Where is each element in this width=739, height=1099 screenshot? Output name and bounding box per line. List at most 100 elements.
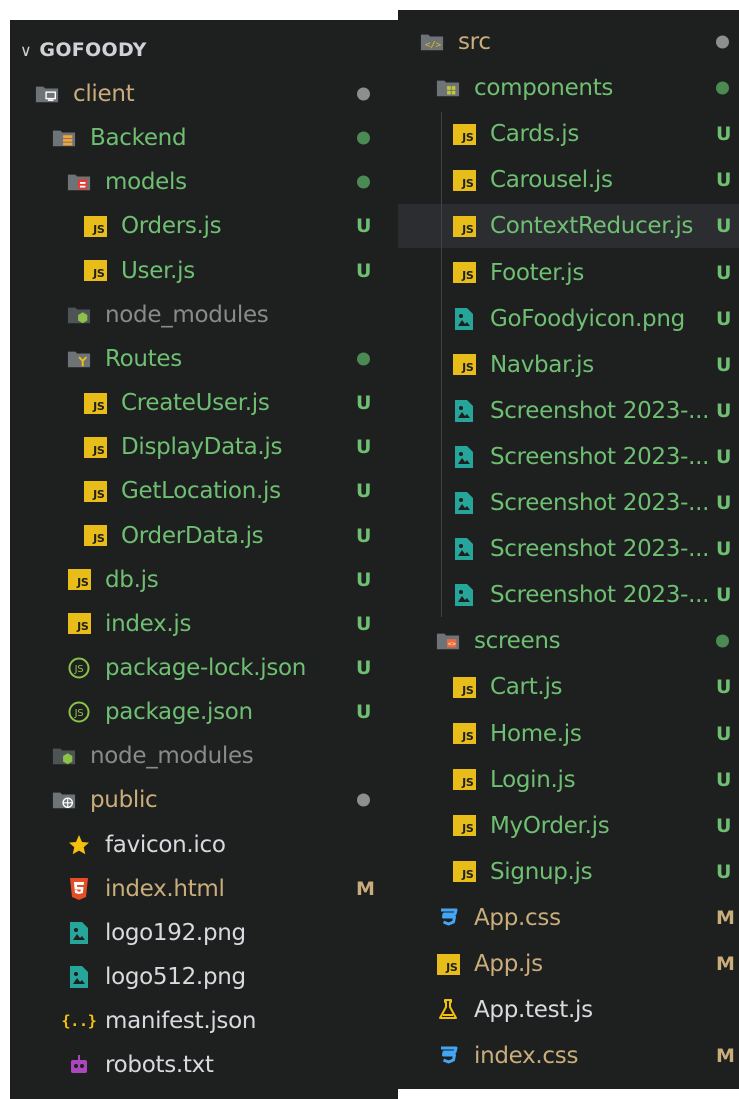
tree-item-label: Backend xyxy=(90,125,187,152)
js-icon: JS xyxy=(452,261,476,285)
tree-folder-row[interactable]: node_modules xyxy=(10,734,398,778)
git-status-badge: M xyxy=(716,1045,735,1068)
tree-file-row[interactable]: JS package-lock.json U xyxy=(10,646,398,690)
tree-file-row[interactable]: App.test.js xyxy=(398,988,739,1032)
tree-file-row[interactable]: JS Footer.js U xyxy=(398,251,739,295)
tree-file-row[interactable]: Screenshot 2023-... U xyxy=(398,527,739,571)
tree-file-row[interactable]: JS Carousel.js U xyxy=(398,158,739,202)
svg-text:</>: </> xyxy=(425,40,442,51)
image-icon xyxy=(67,921,91,945)
tree-file-row[interactable]: Screenshot 2023-... U xyxy=(398,389,739,433)
tree-item-label: App.css xyxy=(474,904,561,931)
git-status-badge: U xyxy=(356,701,372,724)
tree-file-row[interactable]: Screenshot 2023-... U xyxy=(398,435,739,479)
tree-item-label: package.json xyxy=(105,699,253,726)
git-status-badge: U xyxy=(716,584,732,607)
image-icon xyxy=(452,445,476,469)
tree-file-row[interactable]: robots.txt xyxy=(10,1043,398,1087)
tree-file-row[interactable]: Screenshot 2023-... U xyxy=(398,481,739,525)
tree-item-label: manifest.json xyxy=(105,1008,257,1035)
tree-file-row[interactable]: JS Login.js U xyxy=(398,758,739,802)
tree-item-label: ContextReducer.js xyxy=(490,213,694,240)
image-icon xyxy=(452,583,476,607)
image-icon xyxy=(452,399,476,423)
tree-folder-row[interactable]: models xyxy=(10,160,398,204)
js-icon: JS xyxy=(452,814,476,838)
tree-file-row[interactable]: JS User.js U xyxy=(10,249,398,293)
tree-file-row[interactable]: JS CreateUser.js U xyxy=(10,381,398,425)
js-icon: JS xyxy=(83,524,107,548)
tree-file-row[interactable]: JS Signup.js U xyxy=(398,850,739,894)
git-status-badge: U xyxy=(356,480,372,503)
tree-folder-row[interactable]: public xyxy=(10,778,398,822)
git-status-badge: U xyxy=(356,215,372,238)
tree-file-row[interactable]: JS db.js U xyxy=(10,558,398,602)
tree-item-label: index.html xyxy=(105,875,225,902)
js-icon: JS xyxy=(452,860,476,884)
tree-file-row[interactable]: App.css M xyxy=(398,896,739,940)
git-status-badge: U xyxy=(716,307,732,330)
css3-icon xyxy=(436,1044,460,1068)
tree-file-row[interactable]: JS OrderData.js U xyxy=(10,514,398,558)
tree-file-row[interactable]: logo192.png xyxy=(10,911,398,955)
explorer-root-header[interactable]: ∨ GOFOODY xyxy=(10,28,398,72)
tree-file-row[interactable]: JS index.js U xyxy=(10,602,398,646)
tree-file-row[interactable]: JS Cart.js U xyxy=(398,665,739,709)
tree-file-row[interactable]: logo512.png xyxy=(10,955,398,999)
js-icon: JS xyxy=(452,768,476,792)
tree-folder-row[interactable]: node_modules xyxy=(10,293,398,337)
tree-item-label: Cards.js xyxy=(490,121,580,148)
folder-public-icon xyxy=(52,788,76,812)
tree-item-label: Navbar.js xyxy=(490,351,594,378)
tree-file-row[interactable]: JS Navbar.js U xyxy=(398,343,739,387)
tree-file-row[interactable]: JS DisplayData.js U xyxy=(10,425,398,469)
tree-file-row[interactable]: GoFoodyicon.png U xyxy=(398,297,739,341)
tree-file-row[interactable]: index.html M xyxy=(10,867,398,911)
tree-item-label: src xyxy=(458,29,491,55)
tree-file-row[interactable]: {..} manifest.json xyxy=(10,999,398,1043)
tree-folder-row[interactable]: Routes xyxy=(10,337,398,381)
tree-file-row[interactable]: JS Cards.js U xyxy=(398,112,739,156)
tree-item-label: index.css xyxy=(474,1043,579,1070)
folder-components-icon xyxy=(436,76,460,100)
chevron-down-icon[interactable]: ∨ xyxy=(20,41,32,60)
tree-file-row[interactable]: Screenshot 2023-... U xyxy=(398,573,739,617)
tree-folder-row[interactable]: </> src xyxy=(398,20,739,64)
indent-guide xyxy=(441,112,442,617)
tree-folder-row[interactable]: <> screens xyxy=(398,619,739,663)
git-status-badge: M xyxy=(716,953,735,975)
git-status-badge: U xyxy=(356,656,372,679)
tree-item-label: GetLocation.js xyxy=(121,478,281,505)
git-status-badge: U xyxy=(356,436,372,459)
tree-file-row[interactable]: JS MyOrder.js U xyxy=(398,804,739,848)
git-status-badge: U xyxy=(716,538,732,561)
js-icon: JS xyxy=(83,214,107,238)
git-change-dot xyxy=(716,81,729,95)
folder-backend-icon xyxy=(52,126,76,150)
git-change-dot xyxy=(357,352,370,366)
tree-folder-row[interactable]: client xyxy=(10,72,398,116)
git-status-badge: U xyxy=(356,392,372,415)
tree-folder-row[interactable]: Backend xyxy=(10,116,398,160)
tree-item-label: screens xyxy=(474,628,561,655)
git-status-badge: U xyxy=(716,860,732,883)
tree-file-row[interactable]: index.css M xyxy=(398,1034,739,1078)
tree-file-row[interactable]: JS App.js M xyxy=(398,942,739,986)
js-icon: JS xyxy=(452,722,476,746)
tree-file-row[interactable]: JS Orders.js U xyxy=(10,204,398,248)
tree-folder-row[interactable]: components xyxy=(398,66,739,110)
tree-item-label: index.js xyxy=(105,610,192,637)
tree-file-row[interactable]: JS package.json U xyxy=(10,690,398,734)
folder-src-icon: </> xyxy=(420,30,444,54)
js-icon: JS xyxy=(83,391,107,415)
tree-file-row[interactable]: JS GetLocation.js U xyxy=(10,469,398,513)
html5-icon xyxy=(67,877,91,901)
tree-file-row[interactable]: favicon.ico xyxy=(10,823,398,867)
tree-item-label: MyOrder.js xyxy=(490,812,610,839)
tree-file-row[interactable]: JS ContextReducer.js U xyxy=(398,204,739,249)
tree-item-label: Carousel.js xyxy=(490,167,613,194)
tree-item-label: Screenshot 2023-... xyxy=(490,443,710,470)
folder-node-icon xyxy=(67,303,91,327)
tree-file-row[interactable]: JS Home.js U xyxy=(398,712,739,756)
tree-item-label: OrderData.js xyxy=(121,522,264,549)
